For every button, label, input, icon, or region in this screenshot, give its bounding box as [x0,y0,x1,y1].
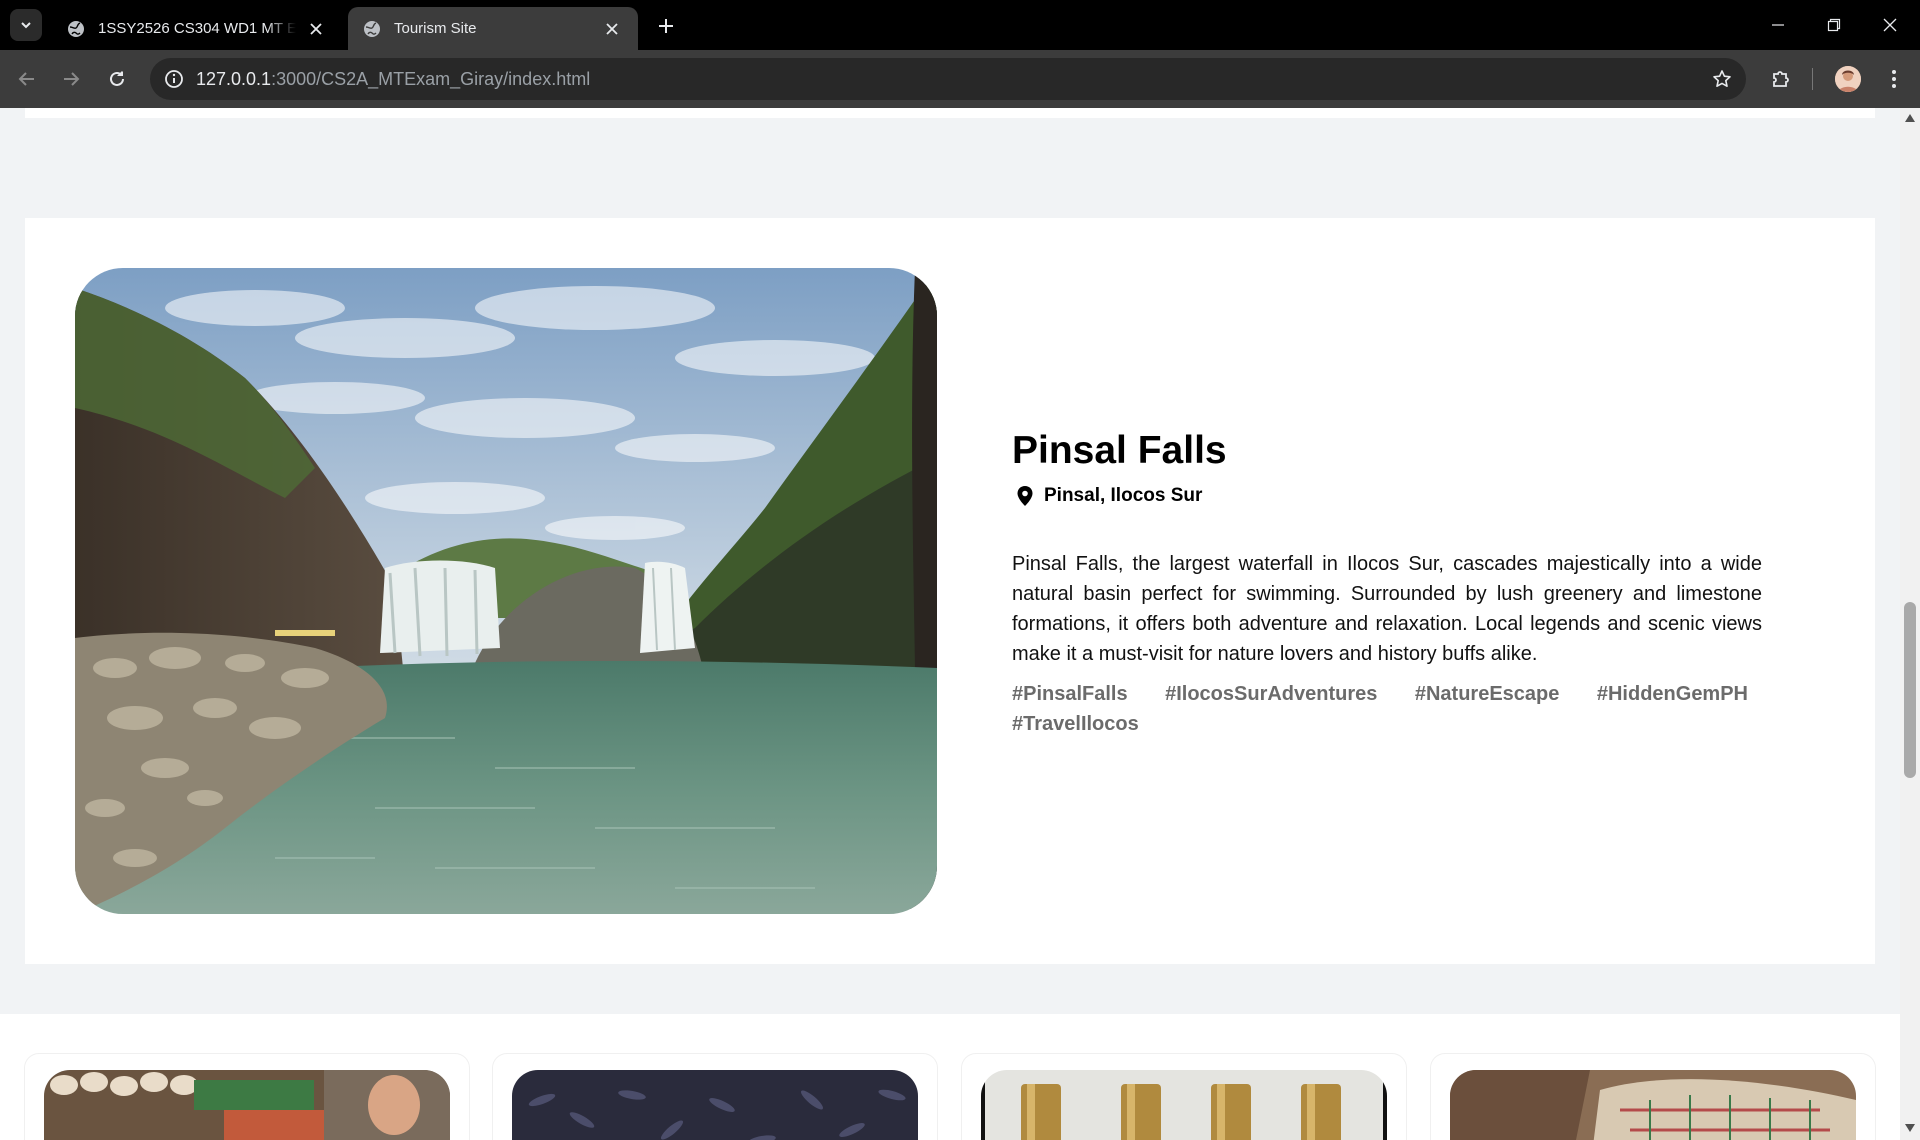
forward-button[interactable] [56,64,86,94]
url-path: :3000/CS2A_MTExam_Giray/index.html [271,69,591,89]
destination-photo [75,268,937,914]
page-scrollbar[interactable] [1900,108,1920,1140]
browser-tab-strip: 1SSY2526 CS304 WD1 MT Exam Tourism Site [0,0,1920,50]
back-button[interactable] [12,64,42,94]
destination-details: Pinsal Falls Pinsal, Ilocos Sur Pinsal F… [1012,429,1762,739]
tab-exam[interactable]: 1SSY2526 CS304 WD1 MT Exam [52,7,342,50]
tab-close-icon[interactable] [304,17,328,41]
tab-close-icon[interactable] [600,17,624,41]
reload-button[interactable] [102,64,132,94]
arrow-right-icon [64,72,80,86]
product-card[interactable] [1431,1054,1875,1140]
destination-description: Pinsal Falls, the largest waterfall in I… [1012,552,1762,665]
url-text: 127.0.0.1:3000/CS2A_MTExam_Giray/index.h… [196,69,590,90]
hashtag: #HiddenGemPH [1596,682,1749,705]
scroll-up-arrow-icon[interactable] [1905,114,1915,122]
plus-icon [659,19,673,33]
more-vertical-icon [1892,70,1896,88]
arrow-left-icon [18,72,34,86]
product-image [44,1070,450,1140]
url-host: 127.0.0.1 [196,69,272,89]
location-text: Pinsal, Ilocos Sur [1044,484,1203,506]
hashtag: #IlocosSurAdventures [1165,682,1378,705]
tab-title: Tourism Site [394,20,477,37]
page-viewport: Pinsal Falls Pinsal, Ilocos Sur Pinsal F… [0,108,1900,1140]
scrollbar-thumb[interactable] [1904,602,1916,778]
hashtag-list: #PinsalFalls #IlocosSurAdventures #Natur… [1012,679,1762,739]
bookmark-star-icon[interactable] [1710,67,1734,91]
restore-icon [1827,18,1841,32]
puzzle-icon [1773,71,1789,87]
tab-title: 1SSY2526 CS304 WD1 MT Exam [98,20,296,37]
menu-button[interactable] [1878,63,1910,95]
toolbar-divider [1812,68,1813,90]
browser-toolbar: 127.0.0.1:3000/CS2A_MTExam_Giray/index.h… [0,50,1920,108]
tab-search-button[interactable] [10,9,42,41]
site-info-icon[interactable] [162,67,186,91]
product-card[interactable] [962,1054,1406,1140]
previous-section-edge [25,108,1875,118]
new-tab-button[interactable] [652,12,680,40]
extensions-button[interactable] [1765,63,1797,95]
product-image [512,1070,918,1140]
destination-title: Pinsal Falls [1012,429,1227,472]
reload-icon [110,71,124,86]
minimize-icon [1772,24,1784,26]
address-bar[interactable]: 127.0.0.1:3000/CS2A_MTExam_Giray/index.h… [150,58,1746,100]
hashtag: #PinsalFalls [1012,682,1128,705]
profile-avatar[interactable] [1835,66,1861,92]
location-pin-icon [1017,485,1033,506]
globe-icon [68,20,84,37]
product-image [1450,1070,1856,1140]
minimize-button[interactable] [1750,0,1806,50]
hashtag: #TravelIlocos [1012,712,1139,735]
destination-location: Pinsal, Ilocos Sur [1012,485,1762,507]
destination-feature-card: Pinsal Falls Pinsal, Ilocos Sur Pinsal F… [25,218,1875,964]
product-card[interactable] [493,1054,937,1140]
globe-icon [364,20,380,37]
restore-button[interactable] [1806,0,1862,50]
close-window-button[interactable] [1862,0,1918,50]
close-icon [1883,18,1897,32]
scroll-down-arrow-icon[interactable] [1905,1124,1915,1132]
product-image [981,1070,1387,1140]
chevron-down-icon [21,22,31,29]
tab-tourism-site[interactable]: Tourism Site [348,7,638,50]
products-section [0,1014,1900,1140]
product-card[interactable] [25,1054,469,1140]
hashtag: #NatureEscape [1414,682,1560,705]
